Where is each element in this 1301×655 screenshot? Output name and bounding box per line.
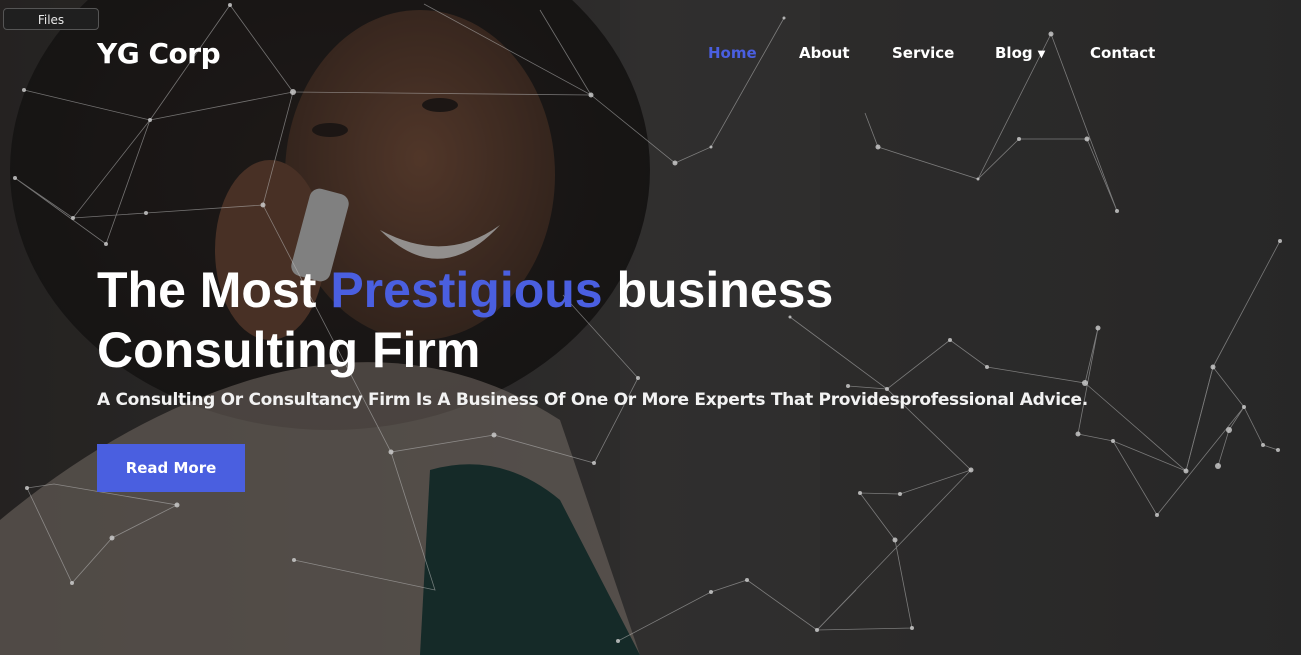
nav-blog[interactable]: Blog ▼ (995, 44, 1045, 62)
nav-contact[interactable]: Contact (1090, 44, 1155, 62)
nav-home[interactable]: Home (708, 44, 757, 62)
files-tab[interactable]: Files (3, 8, 99, 30)
hero-subheadline: A Consulting Or Consultancy Firm Is A Bu… (97, 390, 1088, 410)
hero-headline: The Most Prestigious business Consulting… (97, 260, 997, 380)
nav-blog-label: Blog (995, 44, 1033, 62)
nav-service[interactable]: Service (892, 44, 954, 62)
read-more-button[interactable]: Read More (97, 444, 245, 492)
site-logo[interactable]: YG Corp (97, 37, 221, 70)
chevron-down-icon: ▼ (1037, 49, 1046, 60)
headline-text: The Most (97, 262, 331, 318)
nav-about[interactable]: About (799, 44, 850, 62)
headline-accent: Prestigious (330, 262, 603, 318)
